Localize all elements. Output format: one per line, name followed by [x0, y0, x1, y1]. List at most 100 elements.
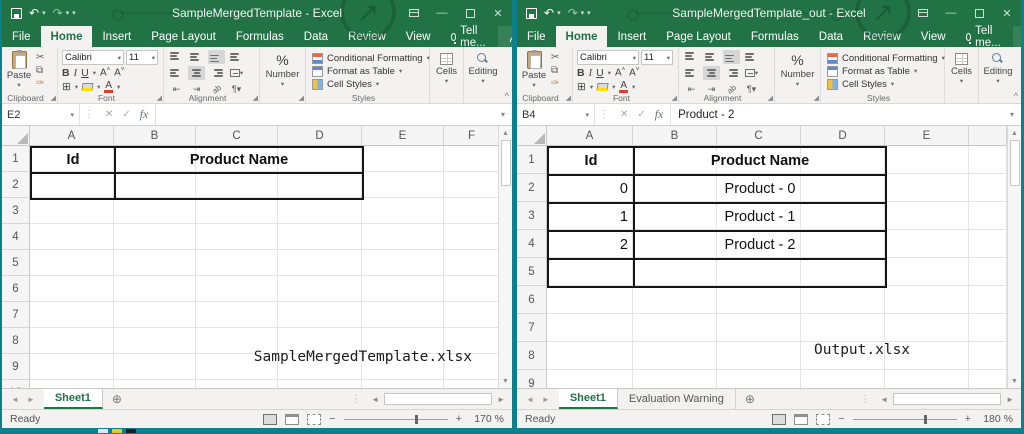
- horizontal-scrollbar[interactable]: ◄ ►: [873, 389, 1021, 409]
- paste-dropdown-icon[interactable]: ▾: [532, 81, 535, 89]
- cell[interactable]: [885, 202, 969, 230]
- cell[interactable]: [444, 172, 498, 198]
- font-size-select[interactable]: 11▾: [126, 50, 158, 65]
- clipboard-dialog-launcher-icon[interactable]: ◢: [51, 94, 56, 102]
- percent-style-icon[interactable]: %: [791, 52, 803, 68]
- row-header[interactable]: 9: [517, 370, 547, 388]
- row-header[interactable]: 2: [517, 174, 547, 202]
- cell[interactable]: [717, 370, 801, 388]
- number-group[interactable]: % Number ▾ ◢: [775, 47, 821, 103]
- conditional-formatting-button[interactable]: Conditional Formatting▾: [312, 52, 430, 64]
- row-header[interactable]: 4: [517, 230, 547, 258]
- cell[interactable]: [717, 286, 801, 314]
- cell[interactable]: [547, 286, 633, 314]
- redo-dropdown-icon[interactable]: ▾: [66, 9, 70, 17]
- ribbon-display-options-icon[interactable]: [400, 0, 428, 26]
- align-right-icon[interactable]: [208, 66, 225, 80]
- column-header[interactable]: E: [885, 126, 969, 146]
- italic-button[interactable]: I: [589, 68, 593, 79]
- cell[interactable]: [717, 314, 801, 342]
- row-header[interactable]: 6: [517, 286, 547, 314]
- undo-button[interactable]: ↶: [544, 7, 554, 19]
- cell[interactable]: [278, 198, 362, 224]
- cell[interactable]: [444, 302, 498, 328]
- insert-function-icon[interactable]: fx: [655, 109, 663, 121]
- cell[interactable]: [801, 314, 885, 342]
- share-button[interactable]: Share: [498, 26, 512, 47]
- tab-formulas[interactable]: Formulas: [226, 26, 294, 47]
- row-header[interactable]: 4: [2, 224, 30, 250]
- fill-color-button[interactable]: [597, 83, 609, 91]
- close-icon[interactable]: ✕: [484, 0, 512, 26]
- font-dialog-launcher-icon[interactable]: ◢: [157, 94, 162, 102]
- page-break-view-icon[interactable]: [307, 414, 321, 425]
- row-header[interactable]: 5: [2, 250, 30, 276]
- font-color-button[interactable]: A: [104, 81, 113, 93]
- id-cell[interactable]: [548, 259, 634, 287]
- column-header[interactable]: E: [362, 126, 444, 146]
- copy-icon[interactable]: ⧉: [551, 65, 559, 76]
- align-right-icon[interactable]: [723, 66, 740, 80]
- scroll-right-icon[interactable]: ►: [494, 395, 508, 404]
- sheet-tab-evaluation-warning[interactable]: Evaluation Warning: [618, 389, 736, 409]
- scroll-left-icon[interactable]: ◄: [877, 395, 891, 404]
- ribbon-display-options-icon[interactable]: [909, 0, 937, 26]
- collapse-ribbon-icon[interactable]: ^: [1014, 91, 1018, 101]
- cell[interactable]: [362, 250, 444, 276]
- tell-me-box[interactable]: Tell me...: [441, 26, 499, 47]
- bold-button[interactable]: B: [577, 67, 585, 79]
- grow-font-button[interactable]: A˄: [615, 67, 625, 78]
- align-bottom-icon[interactable]: [723, 50, 740, 64]
- cell[interactable]: [362, 146, 444, 172]
- zoom-level[interactable]: 170 %: [470, 413, 504, 425]
- cell[interactable]: [30, 302, 114, 328]
- tab-data[interactable]: Data: [809, 26, 853, 47]
- vertical-scrollbar[interactable]: ▲ ▼: [498, 126, 512, 388]
- cell[interactable]: [278, 250, 362, 276]
- minimize-icon[interactable]: —: [937, 0, 965, 26]
- cell[interactable]: [196, 302, 278, 328]
- cell[interactable]: [362, 198, 444, 224]
- align-center-icon[interactable]: [188, 66, 205, 80]
- row-header[interactable]: 5: [517, 258, 547, 286]
- product-name-header-cell[interactable]: Product Name: [634, 147, 886, 175]
- cell[interactable]: [278, 302, 362, 328]
- cells-group[interactable]: Cells ▾: [945, 47, 979, 103]
- clipboard-dialog-launcher-icon[interactable]: ◢: [566, 94, 571, 102]
- format-as-table-button[interactable]: Format as Table▾: [827, 65, 945, 77]
- collapse-ribbon-icon[interactable]: ^: [505, 91, 509, 101]
- cell[interactable]: [444, 250, 498, 276]
- borders-button[interactable]: ⊞: [577, 81, 586, 93]
- cell[interactable]: [30, 198, 114, 224]
- row-header[interactable]: 2: [2, 172, 30, 198]
- share-button[interactable]: Share: [1013, 26, 1021, 47]
- cell[interactable]: [717, 342, 801, 370]
- scroll-down-icon[interactable]: ▼: [499, 374, 512, 388]
- align-center-icon[interactable]: [703, 66, 720, 80]
- cell-styles-button[interactable]: Cell Styles▾: [312, 78, 430, 90]
- cell-styles-button[interactable]: Cell Styles▾: [827, 78, 945, 90]
- tab-insert[interactable]: Insert: [607, 26, 656, 47]
- redo-dropdown-icon[interactable]: ▾: [581, 9, 585, 17]
- undo-dropdown-icon[interactable]: ▾: [557, 9, 561, 17]
- name-box[interactable]: E2 ▾: [2, 104, 80, 125]
- row-header[interactable]: 8: [517, 342, 547, 370]
- merge-center-icon[interactable]: ▾: [228, 66, 245, 80]
- cells-group[interactable]: Cells ▾: [430, 47, 464, 103]
- name-box-dropdown-icon[interactable]: ▾: [585, 111, 589, 119]
- zoom-out-icon[interactable]: −: [838, 413, 844, 425]
- cancel-entry-icon[interactable]: ✕: [105, 109, 113, 120]
- add-sheet-icon[interactable]: ⊕: [112, 392, 122, 406]
- undo-button[interactable]: ↶: [29, 7, 39, 19]
- cell[interactable]: [114, 302, 196, 328]
- font-name-select[interactable]: Calibri▾: [577, 50, 639, 65]
- paste-button[interactable]: Paste ▾: [4, 50, 34, 92]
- column-header[interactable]: C: [717, 126, 801, 146]
- cell[interactable]: [969, 174, 1007, 202]
- expand-formula-bar-icon[interactable]: ▾: [494, 110, 512, 119]
- cell[interactable]: [362, 172, 444, 198]
- paste-dropdown-icon[interactable]: ▾: [17, 81, 20, 89]
- number-dialog-launcher-icon[interactable]: ◢: [814, 94, 819, 102]
- tab-review[interactable]: Review: [338, 26, 396, 47]
- cell[interactable]: [885, 230, 969, 258]
